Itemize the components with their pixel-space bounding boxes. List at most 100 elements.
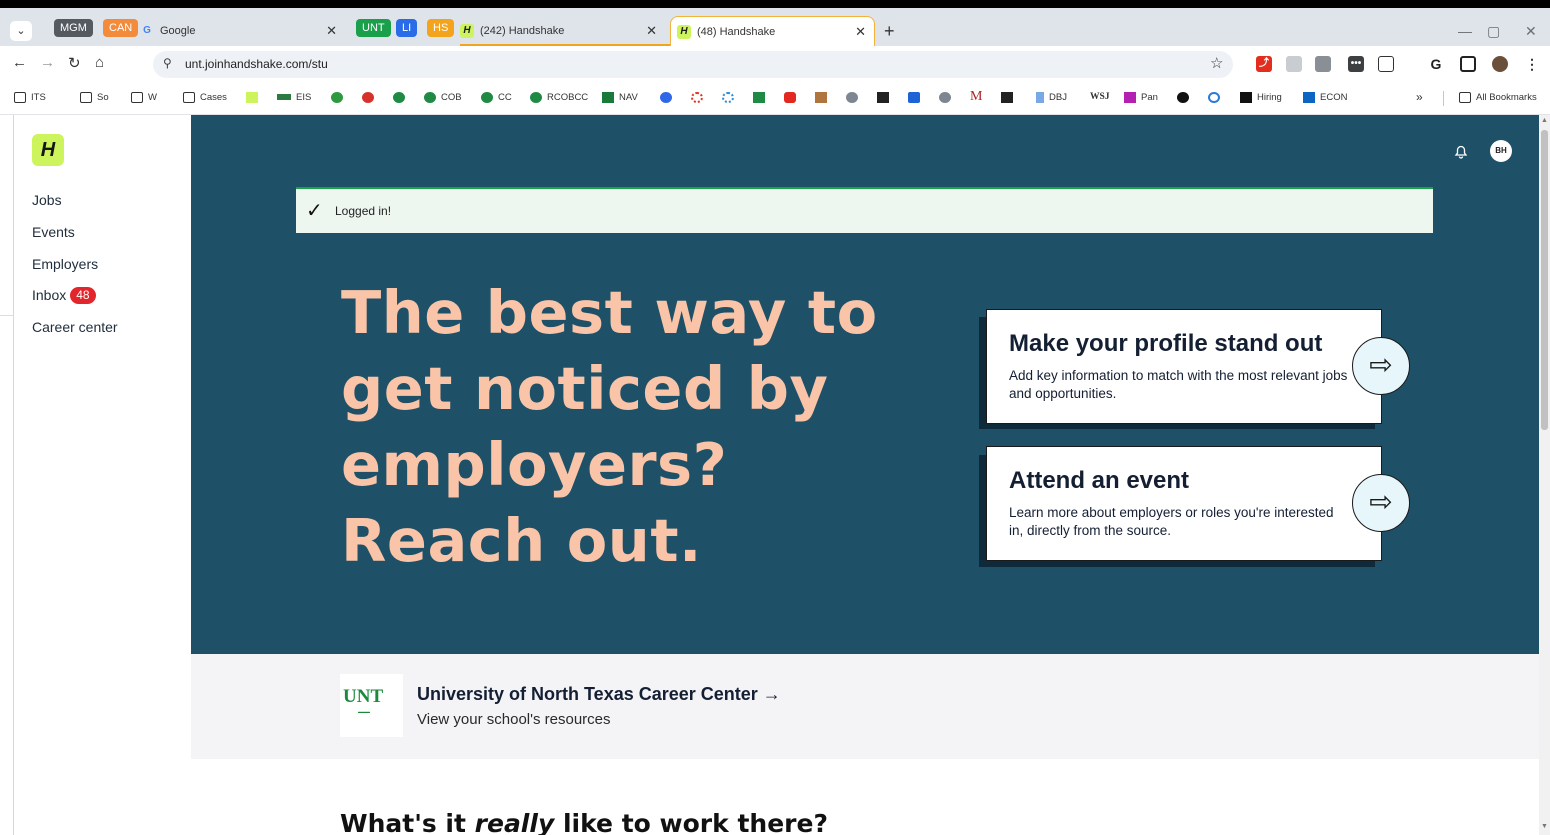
card-title: Attend an event bbox=[1009, 467, 1190, 494]
bookmark-youtube[interactable] bbox=[784, 92, 801, 103]
handshake-logo[interactable]: H bbox=[32, 134, 64, 166]
bookmark-gray[interactable] bbox=[846, 92, 863, 103]
school-career-center-link[interactable]: University of North Texas Career Center … bbox=[417, 684, 781, 705]
tab-group-li[interactable]: LI bbox=[396, 19, 418, 37]
school-logo[interactable]: UNT ▬▬▬ bbox=[340, 674, 403, 737]
card-title: Make your profile stand out bbox=[1009, 330, 1323, 357]
event-card[interactable]: Attend an event Learn more about employe… bbox=[986, 446, 1382, 561]
bookmark-eye[interactable] bbox=[1208, 92, 1225, 103]
bookmark-gray2[interactable] bbox=[939, 92, 956, 103]
scroll-down-icon[interactable]: ▼ bbox=[1541, 823, 1548, 830]
bookmark-zoom[interactable] bbox=[660, 92, 677, 103]
notifications-bell-icon[interactable] bbox=[1453, 143, 1469, 159]
extension-icon[interactable] bbox=[1315, 56, 1331, 72]
bookmark-hbr[interactable] bbox=[1177, 92, 1194, 103]
scrollbar-thumb[interactable] bbox=[1541, 130, 1548, 430]
bookmark-d[interactable] bbox=[1001, 92, 1018, 103]
bookmark-cc[interactable]: CC bbox=[481, 92, 512, 103]
profile-card[interactable]: Make your profile stand out Add key info… bbox=[986, 309, 1382, 424]
youtube-icon bbox=[784, 92, 796, 103]
bookmark-rcobcc[interactable]: RCOBCC bbox=[530, 92, 588, 103]
password-extension-icon[interactable]: ••• bbox=[1348, 56, 1364, 72]
arrow-right-icon[interactable]: ⇨ bbox=[1352, 337, 1410, 395]
home-icon[interactable]: ⌂ bbox=[95, 54, 104, 71]
new-tab-icon[interactable]: + bbox=[884, 16, 895, 46]
pdf-extension-icon[interactable]: ⤴ bbox=[1256, 56, 1272, 72]
bookmark-handshake[interactable] bbox=[246, 92, 263, 103]
tab-group-hs[interactable]: HS bbox=[427, 19, 455, 37]
bookmark-sun[interactable] bbox=[722, 92, 739, 103]
sidebar-item-events[interactable]: Events bbox=[32, 224, 75, 240]
scroll-up-icon[interactable]: ▲ bbox=[1541, 117, 1548, 124]
bookmark-all-bookmarks[interactable]: All Bookmarks bbox=[1459, 92, 1537, 103]
bookmark-dbj[interactable]: DBJ bbox=[1036, 92, 1067, 103]
forward-icon[interactable]: → bbox=[40, 54, 55, 71]
bookmark-star-icon[interactable]: ☆ bbox=[1210, 54, 1223, 72]
bookmarks-overflow-icon[interactable]: » bbox=[1416, 90, 1423, 104]
sidebar-item-label: Inbox bbox=[32, 287, 67, 303]
bookmark-red[interactable] bbox=[362, 92, 379, 103]
bookmark-so[interactable]: So bbox=[80, 92, 109, 103]
page-scrollbar[interactable]: ▲ ▼ bbox=[1539, 115, 1550, 835]
bookmark-green[interactable] bbox=[393, 92, 410, 103]
bookmark-dark[interactable] bbox=[877, 92, 894, 103]
url-text[interactable]: unt.joinhandshake.com/stu bbox=[185, 57, 328, 71]
checkmark-icon: ✓ bbox=[306, 200, 323, 222]
tab-title: Google bbox=[160, 25, 196, 37]
card-description: Learn more about employers or roles you'… bbox=[1009, 505, 1334, 538]
bookmark-nav[interactable]: NAV bbox=[602, 92, 638, 103]
back-icon[interactable]: ← bbox=[12, 54, 27, 71]
bookmark-w[interactable]: W bbox=[131, 92, 157, 103]
hero-headline: The best way to get noticed by employers… bbox=[341, 278, 878, 575]
handshake-icon bbox=[246, 92, 258, 103]
sidebar-item-inbox[interactable]: Inbox 48 bbox=[32, 287, 96, 304]
bookmark-its[interactable]: ITS bbox=[14, 92, 46, 103]
bookmark-leaf[interactable] bbox=[331, 92, 348, 103]
close-tab-icon[interactable]: ✕ bbox=[646, 16, 657, 46]
tab-handshake-48[interactable]: H (48) Handshake ✕ bbox=[670, 16, 875, 46]
sidebar-item-jobs[interactable]: Jobs bbox=[32, 192, 62, 208]
bookmark-wsj[interactable]: WSJ bbox=[1090, 92, 1110, 102]
bookmark-eis[interactable]: EIS bbox=[277, 92, 311, 103]
green-icon bbox=[530, 92, 542, 103]
close-window-icon[interactable]: ✕ bbox=[1525, 16, 1537, 46]
eye-icon bbox=[1208, 92, 1220, 103]
reload-icon[interactable]: ↻ bbox=[68, 54, 81, 72]
site-settings-icon[interactable]: ⚲ bbox=[163, 56, 172, 70]
minimize-icon[interactable]: — bbox=[1458, 16, 1472, 46]
tab-handshake-242[interactable]: H (242) Handshake ✕ bbox=[460, 16, 665, 46]
bookmark-cases[interactable]: Cases bbox=[183, 92, 227, 103]
bookmark-hiring[interactable]: Hiring bbox=[1240, 92, 1282, 103]
bookmark-econ[interactable]: ECON bbox=[1303, 92, 1347, 103]
more-menu-icon[interactable]: ⋮ bbox=[1524, 56, 1540, 72]
sidebar-item-career-center[interactable]: Career center bbox=[32, 319, 118, 335]
google-account-icon[interactable]: G bbox=[1428, 56, 1444, 72]
omnibox[interactable]: ⚲ unt.joinhandshake.com/stu bbox=[153, 51, 1233, 78]
bookmark-tree[interactable] bbox=[815, 92, 832, 103]
bookmark-blue[interactable] bbox=[908, 92, 925, 103]
tab-group-can[interactable]: CAN bbox=[103, 19, 139, 37]
bookmark-cob[interactable]: COB bbox=[424, 92, 462, 103]
m-icon: M bbox=[970, 89, 983, 104]
bookmark-circle[interactable] bbox=[691, 92, 708, 103]
profile-avatar-icon[interactable] bbox=[1492, 56, 1508, 72]
c-icon bbox=[1240, 92, 1252, 103]
close-tab-icon[interactable]: ✕ bbox=[855, 17, 866, 47]
folder-icon bbox=[1459, 92, 1471, 103]
restore-icon[interactable]: ▢ bbox=[1487, 16, 1500, 46]
green-icon bbox=[481, 92, 493, 103]
tab-group-mgm[interactable]: MGM bbox=[54, 19, 93, 37]
bookmark-sheet[interactable] bbox=[753, 92, 770, 103]
document-extension-icon[interactable] bbox=[1286, 56, 1302, 72]
bookmark-pan[interactable]: Pan bbox=[1124, 92, 1158, 103]
tab-google[interactable]: G Google ✕ bbox=[140, 16, 345, 46]
tab-search-dropdown-icon[interactable]: ⌄ bbox=[10, 21, 32, 41]
close-tab-icon[interactable]: ✕ bbox=[326, 16, 337, 46]
extensions-puzzle-icon[interactable] bbox=[1378, 56, 1394, 72]
tab-group-unt[interactable]: UNT bbox=[356, 19, 391, 37]
user-avatar[interactable]: BH bbox=[1490, 140, 1512, 162]
arrow-right-icon[interactable]: ⇨ bbox=[1352, 474, 1410, 532]
side-panel-icon[interactable] bbox=[1460, 56, 1476, 72]
sidebar-item-employers[interactable]: Employers bbox=[32, 256, 98, 272]
bookmark-m[interactable]: M bbox=[970, 89, 982, 105]
